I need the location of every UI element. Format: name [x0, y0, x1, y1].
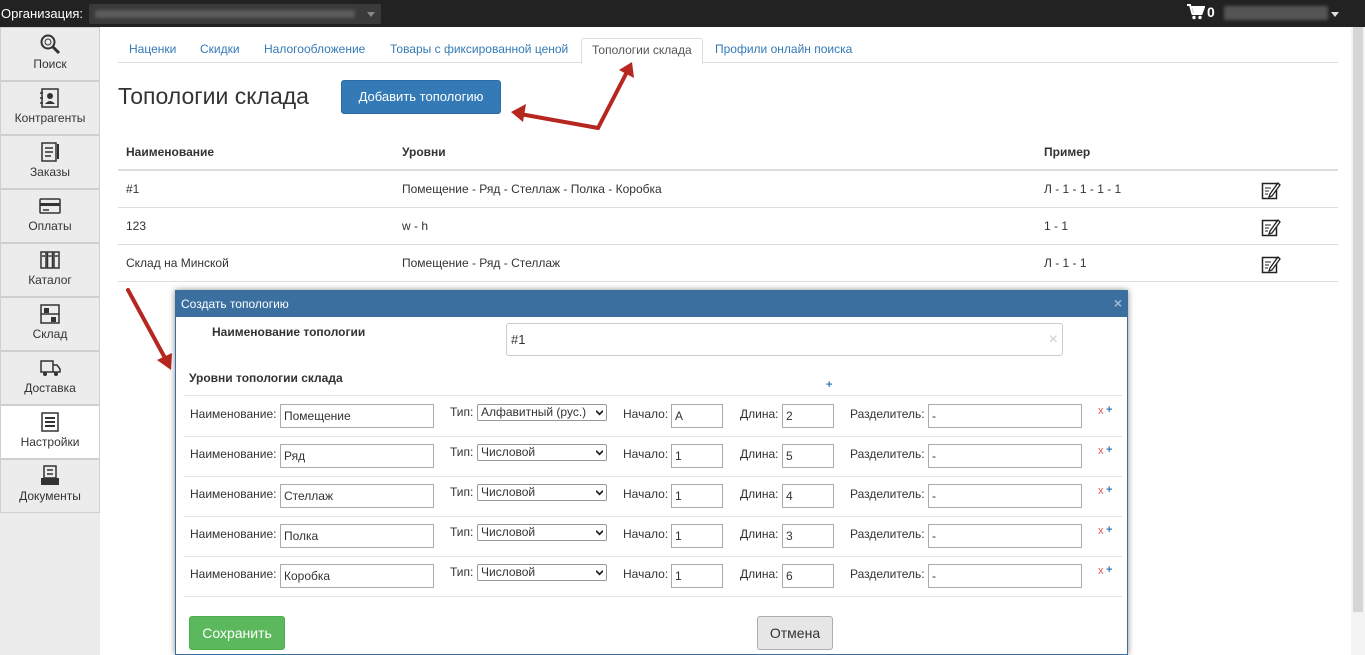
remove-level-button[interactable]: x — [1098, 565, 1104, 577]
add-level-button[interactable]: + — [826, 379, 832, 391]
level-row: Наименование: Коробка Тип: Числовой Нача… — [184, 556, 1122, 596]
level-row: Наименование: Полка Тип: Числовой Начало… — [184, 516, 1122, 556]
insert-level-button[interactable]: + — [1106, 444, 1112, 456]
topology-name-label: Наименование топологии — [212, 325, 366, 339]
level-length-input[interactable]: 5 — [782, 444, 834, 468]
remove-level-button[interactable]: x — [1098, 525, 1104, 537]
level-type-value: Числовой — [481, 445, 536, 459]
dialog-title: Создать топологию — [181, 297, 289, 311]
level-name-input[interactable]: Помещение — [280, 404, 434, 428]
level-length-label: Длина: — [740, 407, 779, 421]
level-separator-input[interactable]: - — [928, 404, 1082, 428]
level-name-input[interactable]: Ряд — [280, 444, 434, 468]
topology-name-input[interactable]: #1 × — [506, 323, 1063, 356]
level-start-label: Начало: — [623, 527, 669, 541]
annotation-arrow-to-button — [518, 112, 600, 130]
level-row: Наименование: Стеллаж Тип: Числовой Нача… — [184, 476, 1122, 516]
level-length-input[interactable]: 4 — [782, 484, 834, 508]
chevron-down-icon — [596, 410, 603, 416]
level-start-label: Начало: — [623, 447, 669, 461]
level-start-input[interactable]: 1 — [671, 524, 723, 548]
chevron-down-icon — [596, 570, 603, 576]
level-separator-label: Разделитель: — [850, 407, 925, 421]
level-row: Наименование: Помещение Тип: Алфавитный … — [184, 396, 1122, 436]
insert-level-button[interactable]: + — [1106, 564, 1112, 576]
level-type-value: Числовой — [481, 525, 536, 539]
levels-label: Уровни топологии склада — [189, 371, 343, 385]
level-length-input[interactable]: 6 — [782, 564, 834, 588]
save-button[interactable]: Сохранить — [189, 616, 285, 650]
annotation-arrow-to-tab — [596, 68, 630, 130]
chevron-down-icon — [596, 490, 603, 496]
level-name-input[interactable]: Коробка — [280, 564, 434, 588]
level-name-label: Наименование: — [190, 447, 277, 461]
cancel-button[interactable]: Отмена — [757, 616, 833, 650]
level-name-input[interactable]: Стеллаж — [280, 484, 434, 508]
level-name-input[interactable]: Полка — [280, 524, 434, 548]
level-row: Наименование: Ряд Тип: Числовой Начало: … — [184, 436, 1122, 476]
dialog-header: Создать топологию × — [176, 291, 1127, 317]
level-separator-input[interactable]: - — [928, 524, 1082, 548]
level-name-label: Наименование: — [190, 567, 277, 581]
level-type-label: Тип: — [450, 525, 474, 539]
level-length-input[interactable]: 3 — [782, 524, 834, 548]
level-separator-input[interactable]: - — [928, 484, 1082, 508]
level-start-input[interactable]: 1 — [671, 564, 723, 588]
level-start-input[interactable]: 1 — [671, 484, 723, 508]
level-type-value: Числовой — [481, 565, 536, 579]
level-start-label: Начало: — [623, 487, 669, 501]
level-type-select[interactable]: Алфавитный (рус.) — [477, 404, 607, 421]
level-length-label: Длина: — [740, 447, 779, 461]
topology-name-value: #1 — [511, 332, 526, 347]
level-type-value: Алфавитный (рус.) — [481, 405, 587, 419]
remove-level-button[interactable]: x — [1098, 405, 1104, 417]
level-type-label: Тип: — [450, 565, 474, 579]
insert-level-button[interactable]: + — [1106, 524, 1112, 536]
level-type-select[interactable]: Числовой — [477, 444, 607, 461]
close-icon[interactable]: × — [1114, 295, 1122, 311]
insert-level-button[interactable]: + — [1106, 484, 1112, 496]
level-type-label: Тип: — [450, 485, 474, 499]
level-length-label: Длина: — [740, 527, 779, 541]
level-separator-label: Разделитель: — [850, 567, 925, 581]
chevron-down-icon — [596, 450, 603, 456]
chevron-down-icon — [596, 530, 603, 536]
level-name-label: Наименование: — [190, 487, 277, 501]
insert-level-button[interactable]: + — [1106, 404, 1112, 416]
level-type-label: Тип: — [450, 405, 474, 419]
level-start-label: Начало: — [623, 407, 669, 421]
level-length-input[interactable]: 2 — [782, 404, 834, 428]
level-separator-label: Разделитель: — [850, 447, 925, 461]
divider — [184, 596, 1122, 597]
level-separator-label: Разделитель: — [850, 487, 925, 501]
level-type-label: Тип: — [450, 445, 474, 459]
annotation-arrow-head — [511, 104, 526, 122]
level-length-label: Длина: — [740, 487, 779, 501]
remove-level-button[interactable]: x — [1098, 445, 1104, 457]
level-length-label: Длина: — [740, 567, 779, 581]
level-name-label: Наименование: — [190, 527, 277, 541]
level-start-input[interactable]: 1 — [671, 444, 723, 468]
dialog-body: Наименование топологии #1 × Уровни топол… — [176, 317, 1127, 655]
clear-icon[interactable]: × — [1049, 324, 1058, 355]
level-start-label: Начало: — [623, 567, 669, 581]
level-separator-label: Разделитель: — [850, 527, 925, 541]
create-topology-dialog: Создать топологию × Наименование тополог… — [175, 290, 1128, 655]
level-type-select[interactable]: Числовой — [477, 564, 607, 581]
level-type-select[interactable]: Числовой — [477, 484, 607, 501]
level-separator-input[interactable]: - — [928, 564, 1082, 588]
level-start-input[interactable]: А — [671, 404, 723, 428]
level-separator-input[interactable]: - — [928, 444, 1082, 468]
level-name-label: Наименование: — [190, 407, 277, 421]
level-type-select[interactable]: Числовой — [477, 524, 607, 541]
remove-level-button[interactable]: x — [1098, 485, 1104, 497]
level-type-value: Числовой — [481, 485, 536, 499]
annotation-arrow-to-dialog — [126, 288, 167, 360]
